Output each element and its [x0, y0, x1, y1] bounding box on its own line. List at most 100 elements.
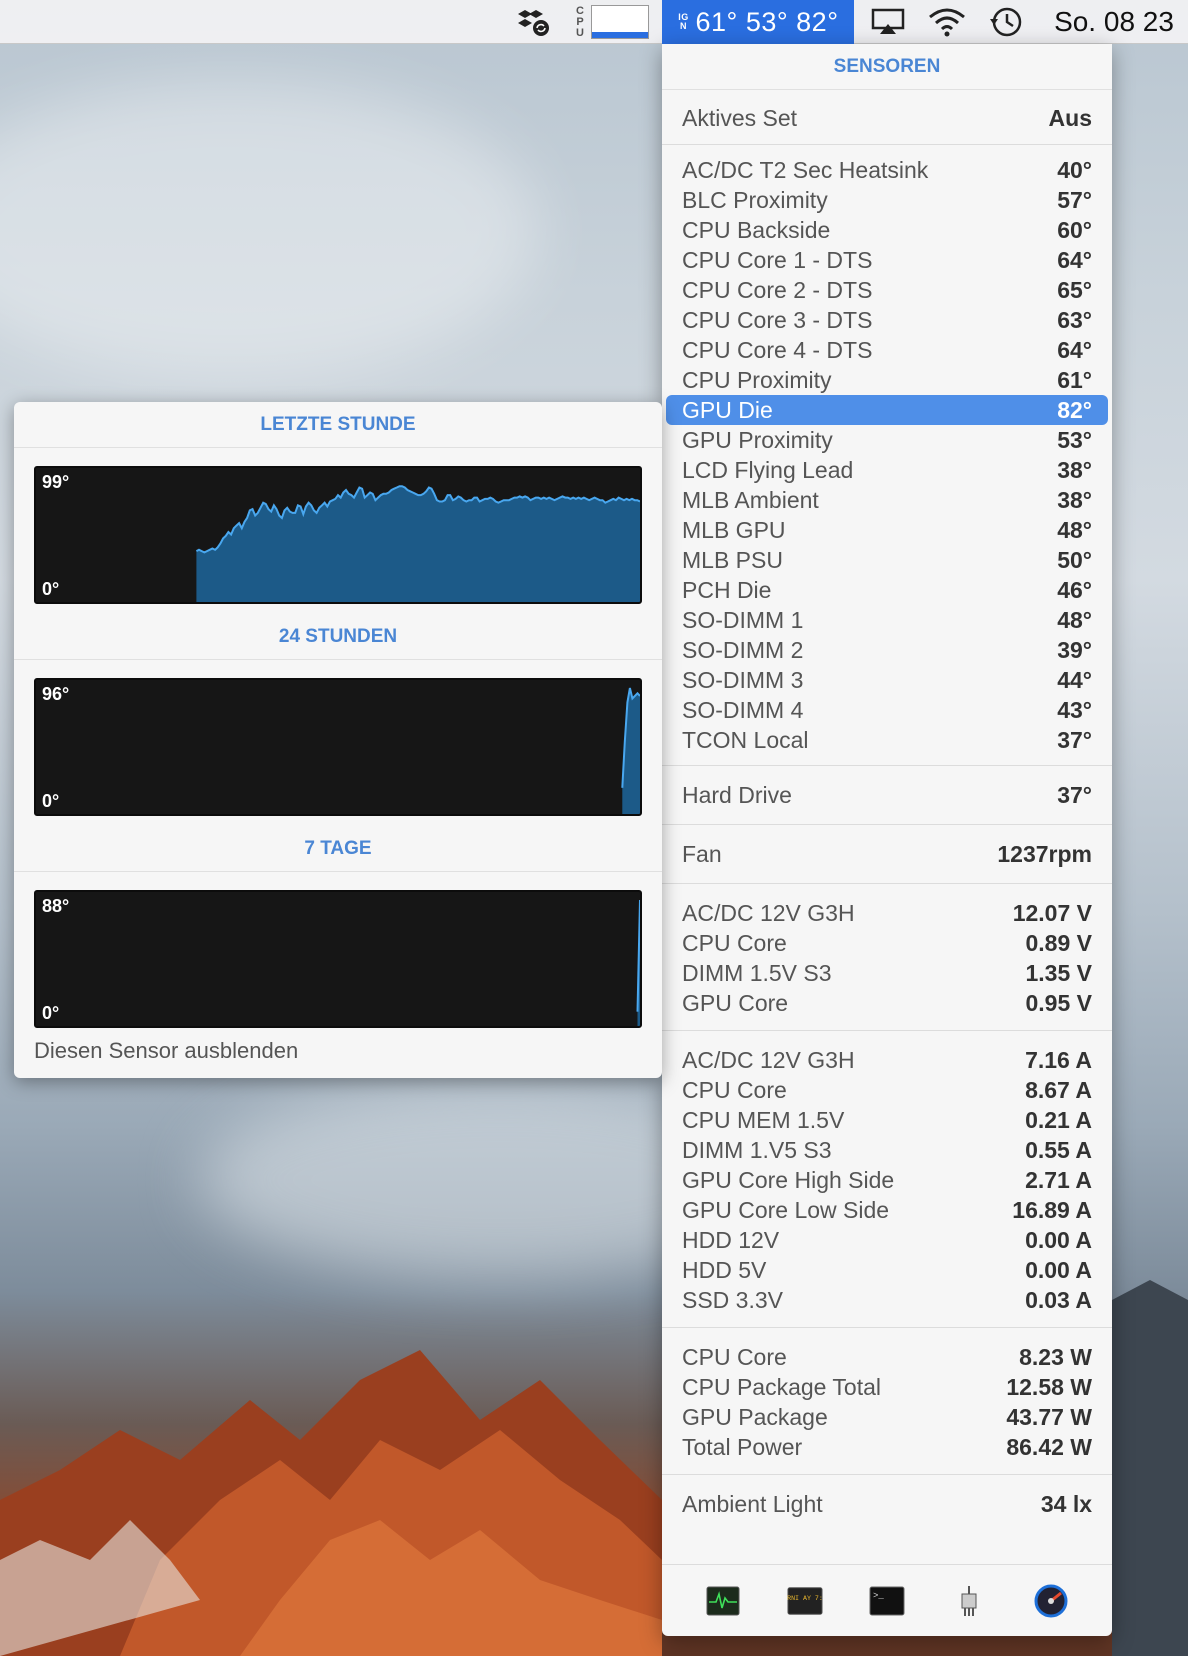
- sensor-label: CPU MEM 1.5V: [682, 1106, 845, 1133]
- sensor-label: AC/DC 12V G3H: [682, 899, 855, 926]
- sensor-row[interactable]: GPU Core Low Side 16.89 A: [662, 1195, 1112, 1225]
- sensor-value: 46°: [1057, 576, 1092, 603]
- sensor-value: 61°: [1057, 366, 1092, 393]
- sensor-row[interactable]: SO-DIMM 2 39°: [662, 635, 1112, 665]
- sensor-label: PCH Die: [682, 576, 772, 603]
- sensor-value: 48°: [1057, 606, 1092, 633]
- graph-max-label: 96°: [42, 684, 70, 704]
- sensor-row[interactable]: GPU Die 82°: [666, 395, 1108, 425]
- temperature-menu-readout[interactable]: IGN 61° 53° 82°: [662, 0, 854, 44]
- history-graph-last-hour: 99° 0°: [34, 466, 642, 604]
- dropbox-sync-icon[interactable]: [514, 0, 554, 44]
- sensor-value: 40°: [1057, 156, 1092, 183]
- sensor-row[interactable]: Total Power 86.42 W: [662, 1432, 1112, 1462]
- sensor-label: DIMM 1.V5 S3: [682, 1136, 832, 1163]
- sensor-row[interactable]: CPU Core 3 - DTS 63°: [662, 305, 1112, 335]
- sensor-label: MLB GPU: [682, 516, 786, 543]
- sensor-row[interactable]: LCD Flying Lead 38°: [662, 455, 1112, 485]
- time-machine-icon[interactable]: [984, 0, 1028, 44]
- sensor-value: 0.89 V: [1025, 929, 1093, 956]
- sensor-row[interactable]: SO-DIMM 3 44°: [662, 665, 1112, 695]
- sensor-value: 0.55 A: [1025, 1136, 1092, 1163]
- sensor-label: GPU Core High Side: [682, 1166, 895, 1193]
- sensor-row[interactable]: Hard Drive 37°: [662, 780, 1112, 810]
- sensor-row[interactable]: MLB PSU 50°: [662, 545, 1112, 575]
- sensor-row[interactable]: PCH Die 46°: [662, 575, 1112, 605]
- sensor-row[interactable]: BLC Proximity 57°: [662, 185, 1112, 215]
- active-set-row[interactable]: Aktives Set Aus: [662, 98, 1112, 138]
- sensor-row[interactable]: CPU Core 0.89 V: [662, 928, 1112, 958]
- sensor-label: BLC Proximity: [682, 186, 828, 213]
- clock[interactable]: So. 08 23: [1044, 0, 1184, 44]
- power-list: CPU Core 8.23 W CPU Package Total 12.58 W GP…: [662, 1342, 1112, 1462]
- sensor-label: Fan: [682, 840, 722, 867]
- sensor-row[interactable]: GPU Proximity 53°: [662, 425, 1112, 455]
- graph-min-label: 0°: [42, 579, 60, 599]
- sensor-row[interactable]: CPU Backside 60°: [662, 215, 1112, 245]
- sensor-row[interactable]: SO-DIMM 1 48°: [662, 605, 1112, 635]
- sensor-value: 34 lx: [1040, 1490, 1092, 1517]
- sensor-label: AC/DC T2 Sec Heatsink: [682, 156, 929, 183]
- sensor-row[interactable]: AC/DC 12V G3H 12.07 V: [662, 898, 1112, 928]
- airplay-icon[interactable]: [866, 0, 910, 44]
- sensor-value: 43°: [1057, 696, 1092, 723]
- current-list: AC/DC 12V G3H 7.16 A CPU Core 8.67 A CPU MEM…: [662, 1045, 1112, 1315]
- history-graph-24h: 96° 0°: [34, 678, 642, 816]
- sensor-label: CPU Core 3 - DTS: [682, 306, 873, 333]
- sensor-value: 37°: [1057, 726, 1092, 753]
- sensor-value: 39°: [1057, 636, 1092, 663]
- wifi-icon[interactable]: [924, 0, 970, 44]
- sensor-row[interactable]: CPU Package Total 12.58 W: [662, 1372, 1112, 1402]
- sensor-row[interactable]: TCON Local 37°: [662, 725, 1112, 755]
- temperature-readout: 61° 53° 82°: [695, 6, 839, 37]
- sensor-row[interactable]: CPU Core 8.23 W: [662, 1342, 1112, 1372]
- console-icon-text: WARNI AY 7:36: [787, 1594, 823, 1602]
- sensor-value: 44°: [1057, 666, 1092, 693]
- sensor-row[interactable]: CPU Core 1 - DTS 64°: [662, 245, 1112, 275]
- sensor-row[interactable]: GPU Core 0.95 V: [662, 988, 1112, 1018]
- sensor-row[interactable]: CPU MEM 1.5V 0.21 A: [662, 1105, 1112, 1135]
- sensor-row[interactable]: DIMM 1.V5 S3 0.55 A: [662, 1135, 1112, 1165]
- sensor-row[interactable]: CPU Proximity 61°: [662, 365, 1112, 395]
- sensor-row[interactable]: HDD 5V 0.00 A: [662, 1255, 1112, 1285]
- activity-monitor-icon[interactable]: [705, 1584, 741, 1618]
- hide-sensor-button[interactable]: Diesen Sensor ausblenden: [34, 1038, 298, 1064]
- sensor-row[interactable]: SSD 3.3V 0.03 A: [662, 1285, 1112, 1315]
- sensor-label: GPU Core: [682, 989, 789, 1016]
- sensor-row[interactable]: CPU Core 4 - DTS 64°: [662, 335, 1112, 365]
- fan-list: Fan 1237rpm: [662, 839, 1112, 869]
- sensor-row[interactable]: DIMM 1.5V S3 1.35 V: [662, 958, 1112, 988]
- sensor-row[interactable]: HDD 12V 0.00 A: [662, 1225, 1112, 1255]
- sensor-label: DIMM 1.5V S3: [682, 959, 832, 986]
- sensor-value: 60°: [1057, 216, 1092, 243]
- cpu-graph-icon[interactable]: CPU: [566, 0, 656, 44]
- sensor-row[interactable]: CPU Core 8.67 A: [662, 1075, 1112, 1105]
- sensor-value: 12.07 V: [1012, 899, 1092, 926]
- sensor-label: GPU Die: [682, 396, 773, 423]
- sensor-row[interactable]: GPU Package 43.77 W: [662, 1402, 1112, 1432]
- sensor-row[interactable]: SO-DIMM 4 43°: [662, 695, 1112, 725]
- terminal-icon[interactable]: >_: [869, 1584, 905, 1618]
- sensor-row[interactable]: MLB GPU 48°: [662, 515, 1112, 545]
- history-graph-svg: [621, 687, 640, 814]
- sensor-label: Hard Drive: [682, 781, 792, 808]
- console-icon[interactable]: WARNI AY 7:36: [787, 1584, 823, 1618]
- sensor-row[interactable]: AC/DC T2 Sec Heatsink 40°: [662, 155, 1112, 185]
- graph-max-label: 88°: [42, 896, 70, 916]
- sensor-label: CPU Backside: [682, 216, 831, 243]
- sensor-label: Total Power: [682, 1433, 803, 1460]
- sensor-row[interactable]: CPU Core 2 - DTS 65°: [662, 275, 1112, 305]
- sensor-row[interactable]: Ambient Light 34 lx: [662, 1489, 1112, 1519]
- sensor-row[interactable]: AC/DC 12V G3H 7.16 A: [662, 1045, 1112, 1075]
- sensor-value: 64°: [1057, 246, 1092, 273]
- sensor-value: 12.58 W: [1006, 1373, 1092, 1400]
- system-information-icon[interactable]: [951, 1584, 987, 1618]
- sensor-row[interactable]: Fan 1237rpm: [662, 839, 1112, 869]
- sensor-label: CPU Core 2 - DTS: [682, 276, 873, 303]
- sensor-row[interactable]: MLB Ambient 38°: [662, 485, 1112, 515]
- sensor-row[interactable]: GPU Core High Side 2.71 A: [662, 1165, 1112, 1195]
- disk-utility-icon[interactable]: [1033, 1584, 1069, 1618]
- sensor-value: 86.42 W: [1006, 1433, 1092, 1460]
- history-graph-svg: [636, 899, 640, 1026]
- sensor-label: MLB Ambient: [682, 486, 819, 513]
